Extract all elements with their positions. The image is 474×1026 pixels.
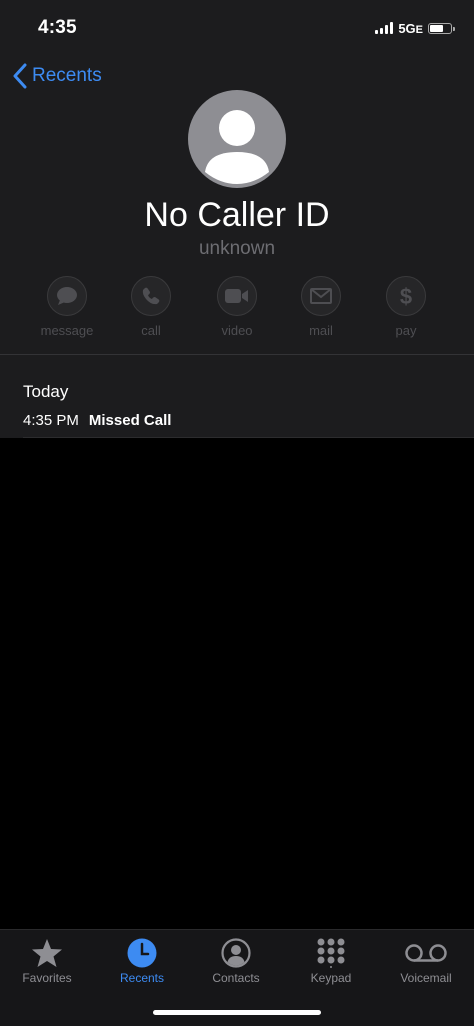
dollar-icon: $ [400,284,412,308]
tab-voicemail[interactable]: Voicemail [379,936,473,985]
tab-recents[interactable]: Recents [95,936,189,985]
mail-action[interactable]: mail [281,276,361,338]
network-type: 5GE [398,20,423,36]
message-action-label: message [40,323,94,338]
call-action[interactable]: call [111,276,191,338]
phone-icon [142,287,160,305]
person-circle-icon [221,938,251,968]
history-section-title: Today [23,382,69,401]
tab-contacts-label: Contacts [212,971,260,985]
call-time: 4:35 PM [23,412,79,429]
home-indicator[interactable] [153,1010,321,1015]
chevron-left-icon [13,63,27,89]
status-indicators: 5GE [375,20,455,36]
tab-contacts[interactable]: Contacts [189,936,283,985]
video-icon [225,289,248,303]
call-history-row: 4:35 PM Missed Call [23,412,171,429]
tab-recents-label: Recents [119,971,165,985]
contact-actions: message call video mail $ pay [0,276,474,342]
tab-keypad-label: Keypad [310,971,352,985]
tab-favorites-label: Favorites [22,971,72,985]
status-time: 4:35 [38,17,77,38]
pay-action[interactable]: $ pay [366,276,446,338]
back-button[interactable]: Recents [12,60,102,92]
tab-keypad[interactable]: Keypad [284,936,378,985]
mail-icon [310,288,332,304]
video-action-label: video [221,323,253,338]
star-icon [32,939,62,967]
keypad-icon [317,938,345,968]
call-type: Missed Call [88,412,172,429]
section-divider [0,354,474,355]
clock-icon [127,938,157,968]
person-silhouette-icon [205,110,269,184]
battery-icon [428,22,455,34]
avatar [188,90,286,188]
video-action[interactable]: video [197,276,277,338]
pay-action-label: pay [395,323,417,338]
status-bar: 4:35 5GE [0,0,474,50]
back-button-label: Recents [32,65,102,86]
mail-action-label: mail [309,323,333,338]
caller-name: No Caller ID [144,196,330,234]
message-action[interactable]: message [27,276,107,338]
row-divider [23,437,474,438]
voicemail-icon [405,944,447,962]
caller-subtitle: unknown [198,238,276,259]
svg-text:$: $ [400,284,412,308]
signal-icon [375,22,394,34]
message-icon [57,287,77,305]
tab-voicemail-label: Voicemail [400,971,452,985]
call-action-label: call [141,323,161,338]
tab-favorites[interactable]: Favorites [0,936,94,985]
